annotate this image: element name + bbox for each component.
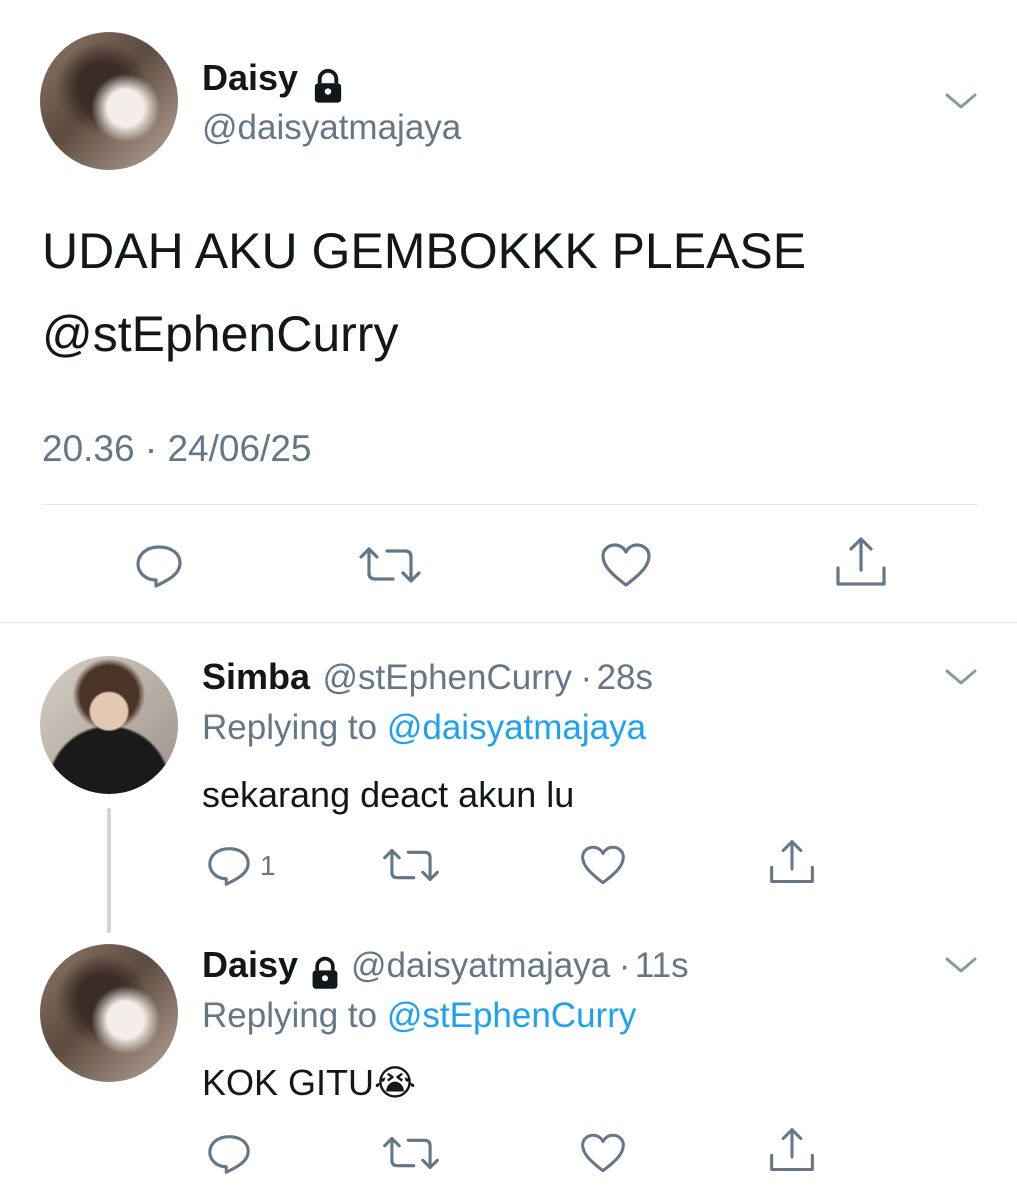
reply-count: 1 <box>260 850 276 881</box>
reply-text: KOK GITU <box>202 1062 375 1103</box>
heart-icon[interactable] <box>580 844 626 886</box>
heart-icon[interactable] <box>600 542 652 588</box>
replying-to-label: Replying to <box>202 708 378 747</box>
heart-icon[interactable] <box>580 1132 626 1174</box>
reply-icon[interactable] <box>206 845 252 887</box>
reply-author-name[interactable]: Daisy <box>202 944 298 985</box>
replying-to: Replying to @stEphenCurry <box>202 996 636 1036</box>
tweet-timestamp[interactable]: 20.36 · 24/06/25 <box>42 428 312 470</box>
share-icon[interactable] <box>768 839 816 885</box>
retweet-icon[interactable] <box>381 846 441 884</box>
chevron-down-icon[interactable] <box>944 666 978 688</box>
reply-avatar[interactable] <box>40 944 178 1082</box>
reply-icon[interactable] <box>134 543 184 589</box>
lock-icon <box>309 956 341 990</box>
dot-separator: · <box>618 946 631 985</box>
author-avatar[interactable] <box>40 32 178 170</box>
replying-to-label: Replying to <box>202 996 378 1035</box>
crying-face-emoji: 😭 <box>374 1062 417 1103</box>
reply-time[interactable]: 11s <box>635 946 689 985</box>
reply-time[interactable]: 28s <box>597 658 653 697</box>
share-icon[interactable] <box>834 536 888 588</box>
reply-header: Daisy @daisyatmajaya · 11s <box>202 944 689 990</box>
reply-avatar[interactable] <box>40 656 178 794</box>
thread-line <box>107 808 111 933</box>
replying-to: Replying to @daisyatmajaya <box>202 708 646 748</box>
lock-icon <box>311 68 345 104</box>
replying-to-link[interactable]: @daisyatmajaya <box>387 708 646 747</box>
reply-text: sekarang deact akun lu <box>202 774 575 815</box>
dot-separator: · <box>580 658 593 697</box>
author-handle[interactable]: @daisyatmajaya <box>202 108 461 148</box>
reply-author-handle[interactable]: @stEphenCurry <box>323 658 573 697</box>
chevron-down-icon[interactable] <box>944 954 978 976</box>
reply-text-row: KOK GITU😭 <box>202 1062 416 1104</box>
tweet-text: UDAH AKU GEMBOKKK PLEASE <box>42 223 807 279</box>
author-name-row[interactable]: Daisy <box>202 57 345 104</box>
reply-author-handle[interactable]: @daisyatmajaya <box>351 946 610 985</box>
reply-icon[interactable] <box>206 1133 252 1175</box>
reply-author-name[interactable]: Simba <box>202 656 310 697</box>
divider <box>42 504 977 505</box>
replying-to-link[interactable]: @stEphenCurry <box>387 996 637 1035</box>
retweet-icon[interactable] <box>357 545 423 585</box>
chevron-down-icon[interactable] <box>944 90 978 112</box>
reply-action[interactable]: 1 <box>206 845 276 887</box>
author-name[interactable]: Daisy <box>202 57 298 98</box>
tweet-mention-link[interactable]: @stEphenCurry <box>42 305 398 363</box>
retweet-icon[interactable] <box>381 1134 441 1172</box>
share-icon[interactable] <box>768 1127 816 1173</box>
reply-header: Simba @stEphenCurry · 28s <box>202 656 653 698</box>
divider <box>0 622 1017 623</box>
